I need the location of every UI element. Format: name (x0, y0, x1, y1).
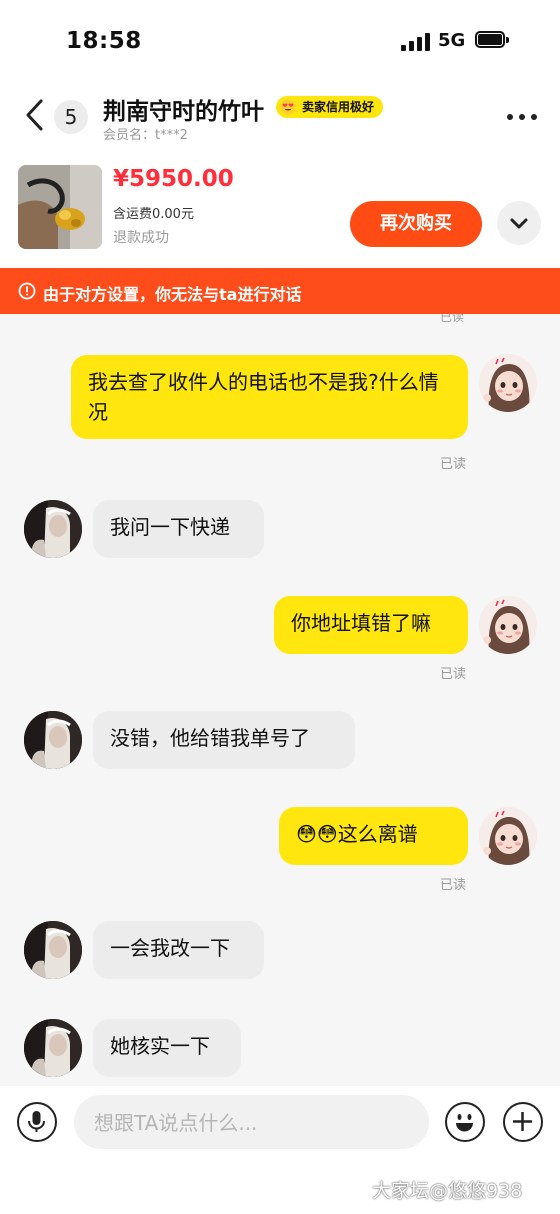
avatar-image (479, 807, 537, 865)
chevron-down-icon (510, 218, 528, 229)
signal-icon (401, 33, 431, 51)
read-status: 已读 (440, 314, 465, 324)
my-avatar[interactable] (479, 354, 537, 412)
product-image (18, 165, 102, 249)
avatar-image (24, 921, 82, 979)
smiley-icon (456, 1114, 473, 1132)
seller-credit-badge[interactable]: 卖家信用极好 (276, 96, 384, 118)
status-bar: 18:58 5G (0, 0, 560, 84)
plus-icon (513, 1112, 532, 1131)
my-avatar[interactable] (479, 807, 537, 865)
contact-avatar[interactable] (24, 1019, 82, 1077)
product-price: ¥5950.00 (113, 166, 234, 192)
watermark: 大家坛@悠悠938 (372, 1180, 523, 1202)
member-name: 会员名：t***2 (103, 128, 188, 143)
message-list[interactable]: 已读 我去查了收件人的电话也不是我?什么情况 已读 我问一下快递 你地址填错了嘛… (0, 314, 560, 1086)
restriction-notice: 由于对方设置，你无法与ta进行对话 (0, 268, 560, 314)
read-status: 已读 (440, 457, 467, 472)
message-bubble-sent[interactable]: 😳😳这么离谱 (279, 807, 468, 865)
buy-again-button[interactable]: 再次购买 (350, 201, 482, 247)
battery-icon (475, 31, 509, 50)
order-card: ¥5950.00 含运费0.00元 退款成功 再次购买 (0, 154, 560, 268)
contact-avatar[interactable] (24, 921, 82, 979)
unread-count-badge[interactable]: 5 (54, 100, 88, 134)
expand-button[interactable] (497, 201, 541, 245)
input-bar: 大家坛@悠悠938 (0, 1086, 560, 1214)
message-bubble-received[interactable]: 她核实一下 (93, 1019, 241, 1077)
network-type: 5G (438, 30, 466, 51)
emoji-button[interactable] (445, 1102, 485, 1142)
heart-eyes-emoji-icon (280, 99, 296, 115)
back-button[interactable] (22, 98, 48, 132)
voice-button[interactable] (17, 1102, 57, 1142)
read-status: 已读 (440, 878, 467, 893)
message-input-container[interactable] (74, 1095, 429, 1151)
order-status: 退款成功 (113, 230, 169, 246)
product-thumbnail[interactable] (18, 165, 102, 249)
avatar-image (24, 711, 82, 769)
warning-icon (18, 282, 36, 300)
avatar-image (24, 500, 82, 558)
my-avatar[interactable] (479, 596, 537, 654)
chevron-left-icon (26, 99, 43, 131)
status-time: 18:58 (66, 28, 142, 54)
message-input[interactable] (92, 1095, 416, 1151)
contact-avatar[interactable] (24, 711, 82, 769)
notice-text: 由于对方设置，你无法与ta进行对话 (43, 285, 302, 304)
message-bubble-sent[interactable]: 我去查了收件人的电话也不是我?什么情况 (71, 355, 468, 439)
contact-name: 荆南守时的竹叶 (103, 99, 264, 125)
message-bubble-sent[interactable]: 你地址填错了嘛 (274, 596, 468, 654)
avatar-image (24, 1019, 82, 1077)
avatar-image (479, 596, 537, 654)
seller-credit-label: 卖家信用极好 (302, 100, 375, 114)
message-bubble-received[interactable]: 没错，他给错我单号了 (93, 711, 355, 769)
more-options-button[interactable] (505, 106, 539, 126)
read-status: 已读 (440, 667, 467, 682)
microphone-icon (28, 1111, 45, 1132)
shipping-fee: 含运费0.00元 (113, 207, 194, 222)
message-bubble-received[interactable]: 我问一下快递 (93, 500, 264, 558)
more-actions-button[interactable] (503, 1102, 543, 1142)
avatar-image (479, 354, 537, 412)
contact-avatar[interactable] (24, 500, 82, 558)
chat-header: 5 荆南守时的竹叶 卖家信用极好 会员名：t***2 (0, 84, 560, 154)
message-bubble-received[interactable]: 一会我改一下 (93, 921, 264, 979)
